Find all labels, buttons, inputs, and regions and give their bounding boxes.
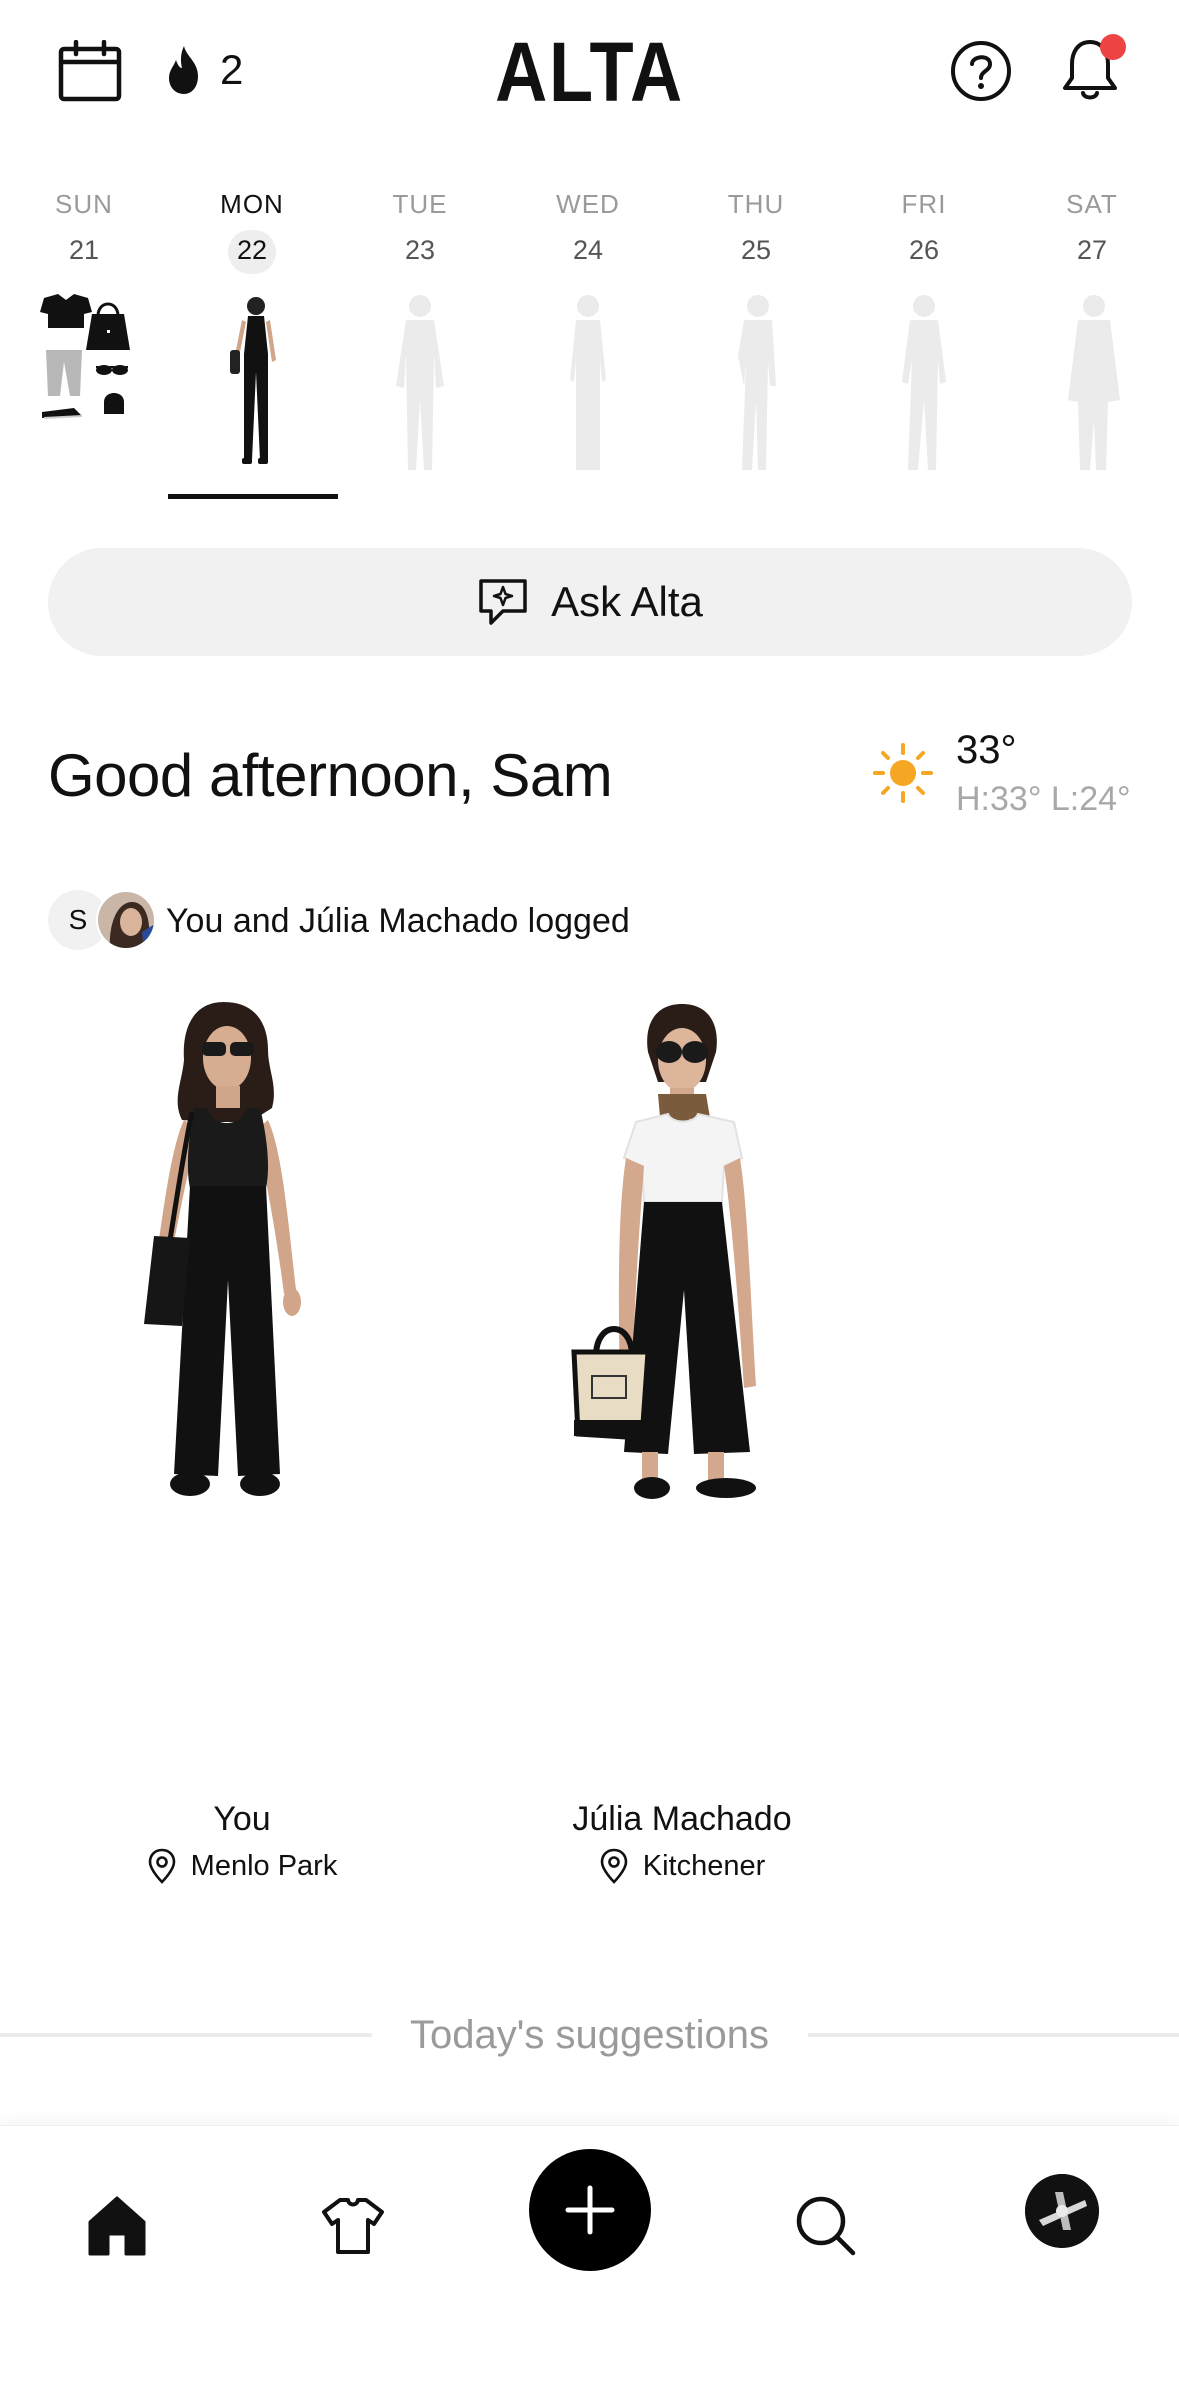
day-name: FRI: [901, 189, 947, 219]
weather-temperature: 33°: [956, 728, 1017, 772]
outfit-card-julia[interactable]: Júlia Machado Kitchener: [472, 990, 892, 1910]
day-number: 24: [572, 235, 604, 265]
day-tue[interactable]: TUE 23: [336, 186, 504, 470]
location-label: Kitchener: [642, 1849, 766, 1882]
profile-avatar[interactable]: [1025, 2174, 1099, 2248]
help-icon[interactable]: [950, 40, 1012, 102]
sun-icon: [873, 743, 933, 803]
week-strip: SUN 21 MON 22 TUE 23 WED 24 THU 25 FRI 2…: [0, 186, 1179, 502]
outfit-photo: [144, 1002, 301, 1496]
day-number: 23: [404, 235, 436, 265]
weather-high-low: H:33° L:24°: [956, 780, 1131, 818]
notification-dot: [1100, 34, 1126, 60]
day-number: 26: [908, 235, 940, 265]
location-pin-icon: [600, 1848, 628, 1884]
location-pin-icon: [148, 1848, 175, 1884]
empty-outfit-silhouette: [1068, 295, 1120, 470]
avatar-friend[interactable]: [96, 890, 156, 950]
empty-outfit-silhouette: [570, 295, 606, 470]
day-name: SAT: [1066, 189, 1118, 219]
selected-day-indicator: [168, 494, 338, 499]
outfit-location: Kitchener: [472, 1848, 892, 1884]
search-icon: [796, 2196, 856, 2256]
outfit-owner-name: Júlia Machado: [572, 1800, 792, 1838]
home-icon: [88, 2196, 146, 2256]
location-label: Menlo Park: [190, 1849, 338, 1882]
day-name: THU: [727, 189, 785, 219]
bottom-nav: [0, 2126, 1179, 2396]
day-mon[interactable]: MON 22: [168, 186, 336, 464]
day-name: WED: [556, 189, 620, 219]
nav-home[interactable]: [77, 2186, 157, 2266]
ask-alta-label: Ask Alta: [551, 578, 703, 625]
wardrobe-icon: [322, 2198, 384, 2254]
day-fri[interactable]: FRI 26: [840, 186, 1008, 470]
logged-summary: You and Júlia Machado logged: [166, 902, 630, 940]
day-wed[interactable]: WED 24: [504, 186, 672, 470]
app-header: 2 ALTA: [0, 0, 1179, 150]
day-name: SUN: [55, 189, 113, 219]
day-number: 22: [228, 230, 276, 274]
outfit-card-you[interactable]: You Menlo Park: [32, 990, 452, 1910]
day-sat[interactable]: SAT 27: [1008, 186, 1176, 470]
outfit-owner-name: You: [213, 1800, 271, 1838]
empty-outfit-silhouette: [396, 295, 444, 470]
greeting-title: Good afternoon, Sam: [48, 742, 613, 809]
nav-search[interactable]: [786, 2186, 866, 2266]
day-sun[interactable]: SUN 21: [0, 186, 168, 419]
add-icon: [565, 2185, 615, 2235]
day-number: 21: [68, 235, 100, 265]
app-logo: ALTA: [495, 25, 684, 119]
outfit-location: Menlo Park: [32, 1848, 452, 1884]
logged-outfit-thumbnail: [230, 297, 276, 464]
nav-wardrobe[interactable]: [313, 2186, 393, 2266]
day-name: MON: [220, 189, 284, 219]
ask-alta-button[interactable]: Ask Alta: [48, 548, 1132, 656]
nav-add-button[interactable]: [529, 2149, 651, 2271]
chat-sparkle-icon: [479, 579, 527, 625]
day-number: 27: [1076, 235, 1108, 265]
empty-outfit-silhouette: [738, 295, 776, 470]
outfit-items-thumbnail: [40, 294, 130, 419]
day-thu[interactable]: THU 25: [672, 186, 840, 470]
day-number: 25: [740, 235, 772, 265]
outfit-photo: [571, 1004, 756, 1499]
day-name: TUE: [392, 189, 448, 219]
empty-outfit-silhouette: [902, 295, 946, 470]
suggestions-heading: Today's suggestions: [410, 2013, 769, 2057]
